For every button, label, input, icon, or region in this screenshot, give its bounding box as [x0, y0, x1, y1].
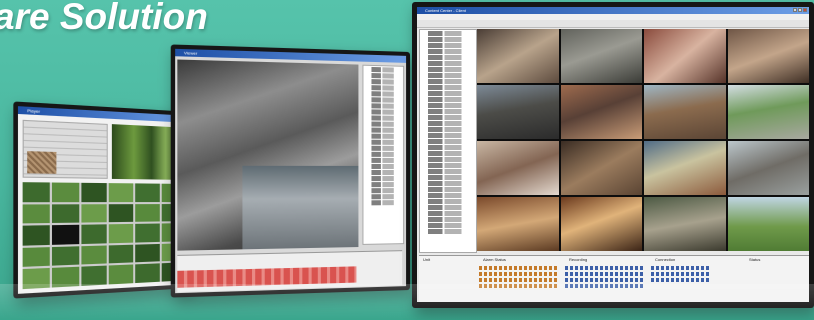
col-connection: Connection: [655, 257, 676, 262]
camera-tile[interactable]: [108, 183, 134, 202]
col-status: Status: [749, 257, 761, 262]
camera-tile[interactable]: [108, 264, 134, 285]
camera-tile[interactable]: [22, 203, 51, 224]
camera-tile[interactable]: [52, 224, 79, 245]
page-headline: are Solution: [0, 0, 208, 37]
col-unit: Unit: [423, 257, 431, 262]
camera-tile[interactable]: [135, 183, 160, 202]
camera-tile[interactable]: [52, 203, 79, 224]
monitor-left-screen: Player: [17, 106, 189, 294]
monitor-left-title: Player: [27, 107, 41, 115]
camera-tile[interactable]: [81, 265, 107, 286]
camera-tile[interactable]: [560, 85, 642, 139]
camera-tile[interactable]: [135, 203, 160, 222]
camera-tile[interactable]: [644, 141, 726, 195]
camera-tile[interactable]: [52, 246, 79, 267]
monitor-main-titlebar: Content Center - Client: [417, 7, 809, 14]
camera-tile[interactable]: [108, 224, 134, 244]
table-row[interactable]: [651, 264, 711, 282]
camera-tile[interactable]: [727, 197, 809, 251]
camera-tile[interactable]: [560, 197, 642, 251]
monitor-main: Content Center - Client File Tools Setup…: [412, 2, 814, 308]
camera-tile[interactable]: [135, 243, 160, 263]
close-icon[interactable]: [803, 8, 807, 12]
camera-grid: [477, 29, 809, 251]
camera-tile[interactable]: [727, 85, 809, 139]
camera-tile[interactable]: [81, 203, 107, 223]
monitor-left: Player: [13, 101, 192, 299]
texture-swatch: [27, 151, 57, 174]
monitor-middle-title: Viewer: [183, 50, 198, 56]
camera-tile[interactable]: [560, 141, 642, 195]
minimize-icon[interactable]: [793, 8, 797, 12]
event-list[interactable]: [362, 64, 405, 245]
camera-tile[interactable]: [22, 182, 51, 202]
camera-tile[interactable]: [644, 29, 726, 83]
camera-tile[interactable]: [644, 197, 726, 251]
camera-tile[interactable]: [560, 29, 642, 83]
floor-reflection: [0, 284, 814, 320]
monitor-middle-screen: Viewer: [175, 48, 407, 294]
camera-tile[interactable]: [477, 85, 559, 139]
toolbar: [417, 20, 809, 33]
camera-tile[interactable]: [477, 141, 559, 195]
monitor-main-title: Content Center - Client: [425, 8, 466, 13]
camera-tile[interactable]: [727, 29, 809, 83]
camera-tile[interactable]: [727, 141, 809, 195]
monitor-middle: Viewer: [170, 44, 410, 298]
col-alarm: Alarm Status: [483, 257, 506, 262]
camera-tile[interactable]: [108, 244, 134, 264]
camera-tile[interactable]: [22, 225, 51, 246]
maximize-icon[interactable]: [798, 8, 802, 12]
monitor-main-screen: Content Center - Client File Tools Setup…: [417, 7, 809, 302]
camera-tile[interactable]: [135, 263, 160, 284]
col-recording: Recording: [569, 257, 588, 262]
camera-tile[interactable]: [22, 246, 51, 268]
device-tree[interactable]: [419, 29, 477, 253]
camera-tile[interactable]: [135, 223, 160, 243]
camera-tile[interactable]: [81, 182, 107, 202]
thumbnail-grid: [22, 182, 185, 290]
camera-tile[interactable]: [108, 203, 134, 223]
camera-tile[interactable]: [81, 245, 107, 265]
camera-tile[interactable]: [81, 224, 107, 244]
camera-tile[interactable]: [477, 197, 559, 251]
camera-tile[interactable]: [644, 85, 726, 139]
street-view-inset: [242, 165, 359, 250]
camera-tile[interactable]: [477, 29, 559, 83]
camera-tile[interactable]: [52, 182, 79, 202]
